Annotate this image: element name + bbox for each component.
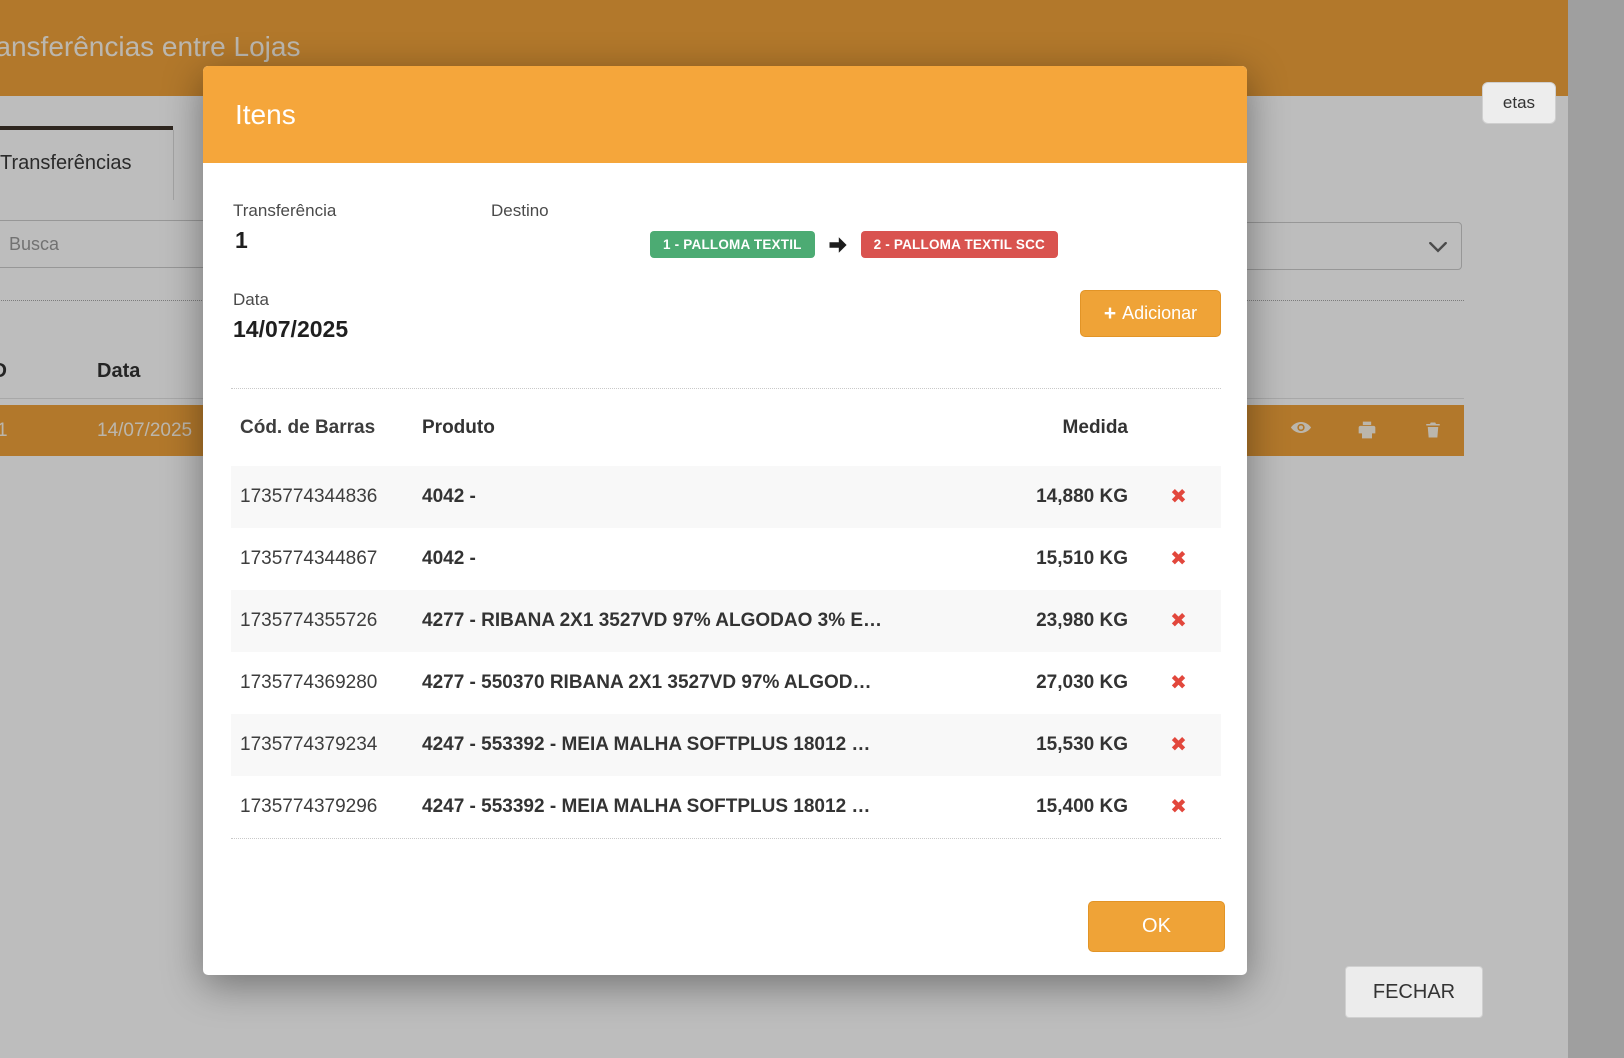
destination-store-badge: 2 - PALLOMA TEXTIL SCC	[861, 231, 1058, 258]
header-produto: Produto	[422, 417, 966, 439]
transferencia-label: Transferência	[233, 201, 336, 221]
item-medida: 14,880 KG	[966, 486, 1136, 508]
item-medida: 23,980 KG	[966, 610, 1136, 632]
destino-label: Destino	[491, 201, 549, 221]
item-row: 1735774344867 4042 - 15,510 KG ✖	[231, 528, 1221, 590]
modal-footer: OK	[203, 839, 1247, 952]
destino-badges: 1 - PALLOMA TEXTIL 2 - PALLOMA TEXTIL SC…	[650, 231, 1058, 258]
item-row: 1735774355726 4277 - RIBANA 2X1 3527VD 9…	[231, 590, 1221, 652]
item-produto: 4247 - 553392 - MEIA MALHA SOFTPLUS 1801…	[422, 734, 966, 756]
transferencia-value: 1	[235, 227, 248, 254]
item-barcode: 1735774344867	[231, 548, 422, 570]
header-barcode: Cód. de Barras	[231, 417, 422, 439]
item-barcode: 1735774369280	[231, 672, 422, 694]
remove-item-button[interactable]: ✖	[1164, 795, 1193, 817]
item-medida: 15,510 KG	[966, 548, 1136, 570]
arrow-right-icon	[826, 233, 850, 257]
item-produto: 4042 -	[422, 548, 966, 570]
items-table-header: Cód. de Barras Produto Medida	[231, 389, 1221, 466]
etiquetas-button[interactable]: etas	[1482, 82, 1556, 124]
modal-info-section: Transferência 1 Destino 1 - PALLOMA TEXT…	[203, 163, 1247, 388]
modal-title: Itens	[235, 99, 296, 131]
item-medida: 27,030 KG	[966, 672, 1136, 694]
item-barcode: 1735774379234	[231, 734, 422, 756]
remove-item-button[interactable]: ✖	[1164, 485, 1193, 507]
plus-icon: +	[1104, 303, 1116, 324]
item-row: 1735774379234 4247 - 553392 - MEIA MALHA…	[231, 714, 1221, 776]
item-produto: 4277 - RIBANA 2X1 3527VD 97% ALGODAO 3% …	[422, 610, 966, 632]
item-produto: 4042 -	[422, 486, 966, 508]
fechar-button[interactable]: FECHAR	[1345, 966, 1483, 1018]
origin-store-badge: 1 - PALLOMA TEXTIL	[650, 231, 815, 258]
remove-item-button[interactable]: ✖	[1164, 671, 1193, 693]
ok-button[interactable]: OK	[1088, 901, 1225, 952]
item-medida: 15,530 KG	[966, 734, 1136, 756]
item-produto: 4247 - 553392 - MEIA MALHA SOFTPLUS 1801…	[422, 796, 966, 818]
modal-header: Itens	[203, 66, 1247, 163]
itens-modal: Itens Transferência 1 Destino 1 - PALLOM…	[203, 66, 1247, 975]
item-row: 1735774369280 4277 - 550370 RIBANA 2X1 3…	[231, 652, 1221, 714]
header-medida: Medida	[966, 417, 1136, 439]
remove-item-button[interactable]: ✖	[1164, 733, 1193, 755]
items-table-body: 1735774344836 4042 - 14,880 KG ✖ 1735774…	[231, 466, 1221, 838]
data-label: Data	[233, 290, 269, 310]
item-row: 1735774344836 4042 - 14,880 KG ✖	[231, 466, 1221, 528]
item-barcode: 1735774379296	[231, 796, 422, 818]
item-barcode: 1735774355726	[231, 610, 422, 632]
adicionar-button[interactable]: + Adicionar	[1080, 290, 1221, 337]
items-table: Cód. de Barras Produto Medida 1735774344…	[231, 389, 1221, 838]
remove-item-button[interactable]: ✖	[1164, 547, 1193, 569]
item-produto: 4277 - 550370 RIBANA 2X1 3527VD 97% ALGO…	[422, 672, 966, 694]
item-barcode: 1735774344836	[231, 486, 422, 508]
remove-item-button[interactable]: ✖	[1164, 609, 1193, 631]
adicionar-label: Adicionar	[1122, 303, 1197, 324]
data-value: 14/07/2025	[233, 316, 348, 343]
item-medida: 15,400 KG	[966, 796, 1136, 818]
item-row: 1735774379296 4247 - 553392 - MEIA MALHA…	[231, 776, 1221, 838]
